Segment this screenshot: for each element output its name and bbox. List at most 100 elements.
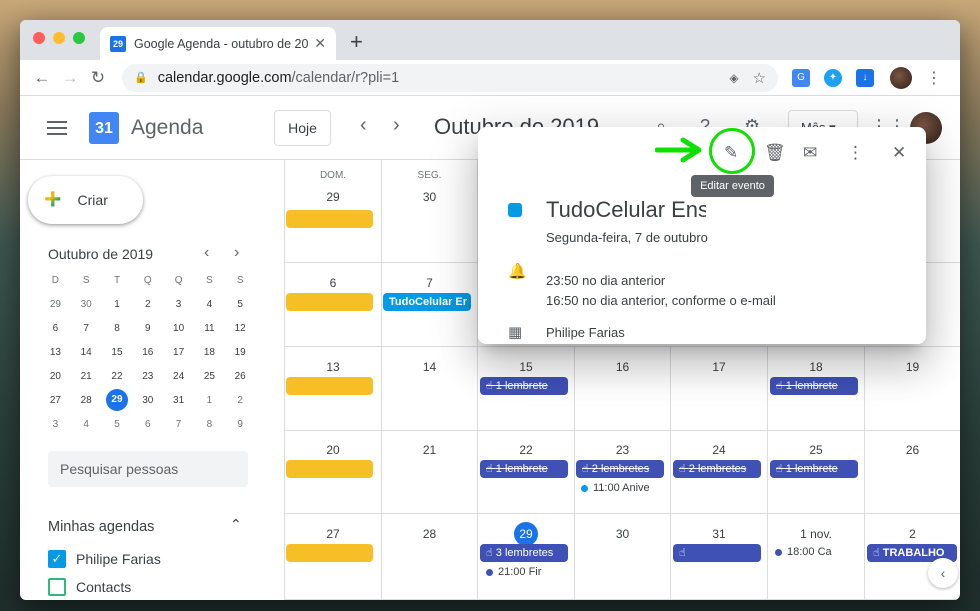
tab-close-icon[interactable]: ✕ [314, 35, 326, 52]
mini-day[interactable]: 30 [71, 299, 102, 310]
mini-day[interactable]: 9 [225, 419, 256, 430]
mini-day[interactable]: 28 [71, 395, 102, 406]
reminder-chip[interactable]: ☝ 1 lembrete [770, 377, 858, 395]
mini-day[interactable]: 23 [132, 371, 163, 382]
pencil-icon[interactable]: ✎ [724, 143, 738, 163]
extension-icon[interactable]: ✦ [824, 68, 842, 87]
lens-icon[interactable]: ◈ [729, 71, 738, 85]
calendar-item-contacts[interactable]: Contacts [48, 578, 131, 596]
mini-next-button[interactable]: › [234, 244, 239, 262]
url-field[interactable]: 🔒 calendar.google.com/calendar/r?pli=1 ◈… [122, 63, 778, 92]
checkbox-checked-icon[interactable]: ✓ [48, 550, 66, 568]
trash-icon[interactable]: 🗑 [764, 143, 786, 163]
minimize-window-button[interactable] [53, 32, 65, 44]
mini-day[interactable]: 10 [163, 323, 194, 334]
mini-day[interactable]: 8 [194, 419, 225, 430]
all-day-event[interactable] [286, 460, 373, 478]
mail-icon[interactable]: ✉ [803, 143, 817, 163]
main-menu-icon[interactable] [47, 117, 67, 139]
mini-day[interactable]: 4 [71, 419, 102, 430]
mini-day[interactable]: 7 [71, 323, 102, 334]
mini-day[interactable]: 16 [132, 347, 163, 358]
mini-day[interactable]: 18 [194, 347, 225, 358]
timed-event[interactable]: 18:00 Ca [775, 546, 867, 558]
mini-day[interactable]: 11 [194, 323, 225, 334]
all-day-event[interactable] [286, 293, 373, 311]
day-cell[interactable]: 26 [865, 430, 960, 514]
mini-day[interactable]: 4 [194, 299, 225, 310]
mini-day[interactable]: 31 [163, 395, 194, 406]
previous-month-button[interactable]: ‹ [360, 114, 367, 137]
mini-prev-button[interactable]: ‹ [204, 244, 209, 262]
day-cell[interactable]: 14 [382, 347, 478, 431]
reminder-chip[interactable]: ☝ 1 lembrete [480, 460, 568, 478]
reminder-chip[interactable]: ☝ 1 lembrete [480, 377, 568, 395]
my-calendars-title[interactable]: Minhas agendas [48, 519, 154, 535]
checkbox-unchecked-icon[interactable] [48, 578, 66, 596]
mini-day[interactable]: 9 [132, 323, 163, 334]
mini-day-today[interactable]: 29 [102, 389, 133, 411]
mini-day[interactable]: 6 [132, 419, 163, 430]
today-button[interactable]: Hoje [274, 110, 331, 146]
day-cell[interactable]: 16 [575, 347, 671, 431]
chevron-up-icon[interactable]: ⌃ [230, 516, 242, 533]
profile-avatar[interactable] [890, 66, 912, 89]
mini-day[interactable]: 2 [225, 395, 256, 406]
all-day-event[interactable] [286, 377, 373, 395]
bookmark-star-icon[interactable]: ☆ [753, 69, 766, 87]
timed-event[interactable]: 11:00 Anive [581, 482, 673, 494]
mini-day[interactable]: 21 [71, 371, 102, 382]
mini-day[interactable]: 12 [225, 323, 256, 334]
mini-day[interactable]: 29 [40, 299, 71, 310]
timed-event[interactable]: 21:00 Fir [486, 566, 578, 578]
day-cell[interactable]: 21 [382, 430, 478, 514]
next-month-button[interactable]: › [393, 114, 400, 137]
mini-day[interactable]: 3 [40, 419, 71, 430]
download-extension-icon[interactable]: ↓ [856, 68, 874, 87]
reminder-chip[interactable]: ☝ 2 lembretes [673, 460, 761, 478]
mini-day[interactable]: 8 [102, 323, 133, 334]
zoom-window-button[interactable] [73, 32, 85, 44]
translate-extension-icon[interactable]: G [792, 68, 810, 87]
reminder-chip[interactable]: ☝ 3 lembretes [480, 544, 568, 562]
all-day-event[interactable] [286, 210, 373, 228]
mini-day[interactable]: 2 [132, 299, 163, 310]
day-cell[interactable]: 28 [382, 514, 478, 600]
mini-day[interactable]: 6 [40, 323, 71, 334]
mini-day[interactable]: 3 [163, 299, 194, 310]
event-tudocelular[interactable]: TudoCelular Er [383, 293, 471, 311]
mini-day[interactable]: 15 [102, 347, 133, 358]
reminder-chip[interactable]: ☝ 2 lembretes [576, 460, 664, 478]
day-cell[interactable]: SEG. 30 [382, 160, 478, 263]
mini-day[interactable]: 19 [225, 347, 256, 358]
reload-button[interactable]: ↻ [84, 68, 112, 88]
mini-day[interactable]: 30 [132, 395, 163, 406]
back-button[interactable]: ← [28, 68, 56, 88]
mini-day[interactable]: 1 [194, 395, 225, 406]
mini-day[interactable]: 1 [102, 299, 133, 310]
more-icon[interactable]: ⋮ [847, 143, 864, 163]
mini-day[interactable]: 20 [40, 371, 71, 382]
mini-day[interactable]: 17 [163, 347, 194, 358]
mini-day[interactable]: 26 [225, 371, 256, 382]
mini-day[interactable]: 22 [102, 371, 133, 382]
mini-day[interactable]: 5 [225, 299, 256, 310]
reminder-chip[interactable]: ☝ 1 lembrete [770, 460, 858, 478]
mini-day[interactable]: 24 [163, 371, 194, 382]
side-panel-toggle-icon[interactable]: ‹ [928, 558, 958, 588]
close-window-button[interactable] [33, 32, 45, 44]
mini-day[interactable]: 13 [40, 347, 71, 358]
day-cell[interactable]: 17 [671, 347, 768, 431]
calendar-item-philipe[interactable]: ✓ Philipe Farias [48, 550, 161, 568]
browser-tab[interactable]: 29 Google Agenda - outubro de 2019 ✕ [100, 27, 336, 60]
new-tab-button[interactable]: + [350, 29, 363, 55]
day-cell[interactable]: 30 [575, 514, 671, 600]
reminder-chip[interactable]: ☝ [673, 544, 761, 562]
forward-button[interactable]: → [56, 68, 84, 88]
mini-day[interactable]: 5 [102, 419, 133, 430]
close-icon[interactable]: ✕ [892, 143, 906, 163]
mini-day[interactable]: 27 [40, 395, 71, 406]
all-day-event[interactable] [286, 544, 373, 562]
create-button[interactable]: + Criar [28, 176, 143, 224]
mini-day[interactable]: 7 [163, 419, 194, 430]
